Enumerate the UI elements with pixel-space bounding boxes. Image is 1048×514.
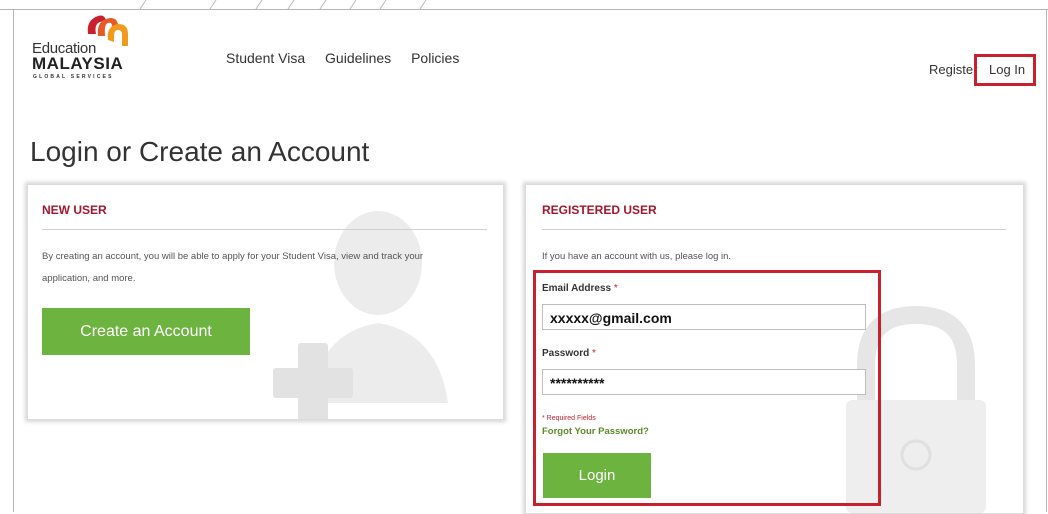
logo-text-malaysia: MALAYSIA [32,54,124,73]
nav-student-visa[interactable]: Student Visa [226,50,305,66]
register-link[interactable]: Register [929,62,977,77]
registered-user-title: REGISTERED USER [542,203,657,217]
main-nav: Student Visa Guidelines Policies [226,50,475,66]
new-user-description-line2: application, and more. [42,273,136,284]
logo-text-global-services: GLOBAL SERVICES [33,74,114,80]
page-title: Login or Create an Account [30,136,370,167]
registered-user-divider [542,229,1006,230]
login-link[interactable]: Log In [989,62,1025,77]
new-user-divider [42,229,487,230]
page-frame-top [0,9,1048,10]
page-frame-hatch [139,0,427,9]
create-account-button[interactable]: Create an Account [42,308,250,355]
site-logo[interactable]: Education MALAYSIA GLOBAL SERVICES [32,12,142,80]
nav-policies[interactable]: Policies [411,50,459,66]
new-user-title: NEW USER [42,203,107,217]
nav-guidelines[interactable]: Guidelines [325,50,391,66]
registered-user-intro: If you have an account with us, please l… [542,251,732,262]
page-frame-left [13,9,14,512]
user-plus-watermark-icon [273,211,448,419]
login-form-highlight [533,270,881,506]
page-frame-right [1046,9,1047,512]
new-user-description: By creating an account, you will be able… [42,246,492,290]
new-user-panel: NEW USER By creating an account, you wil… [27,184,504,420]
new-user-description-line1: By creating an account, you will be able… [42,251,424,262]
